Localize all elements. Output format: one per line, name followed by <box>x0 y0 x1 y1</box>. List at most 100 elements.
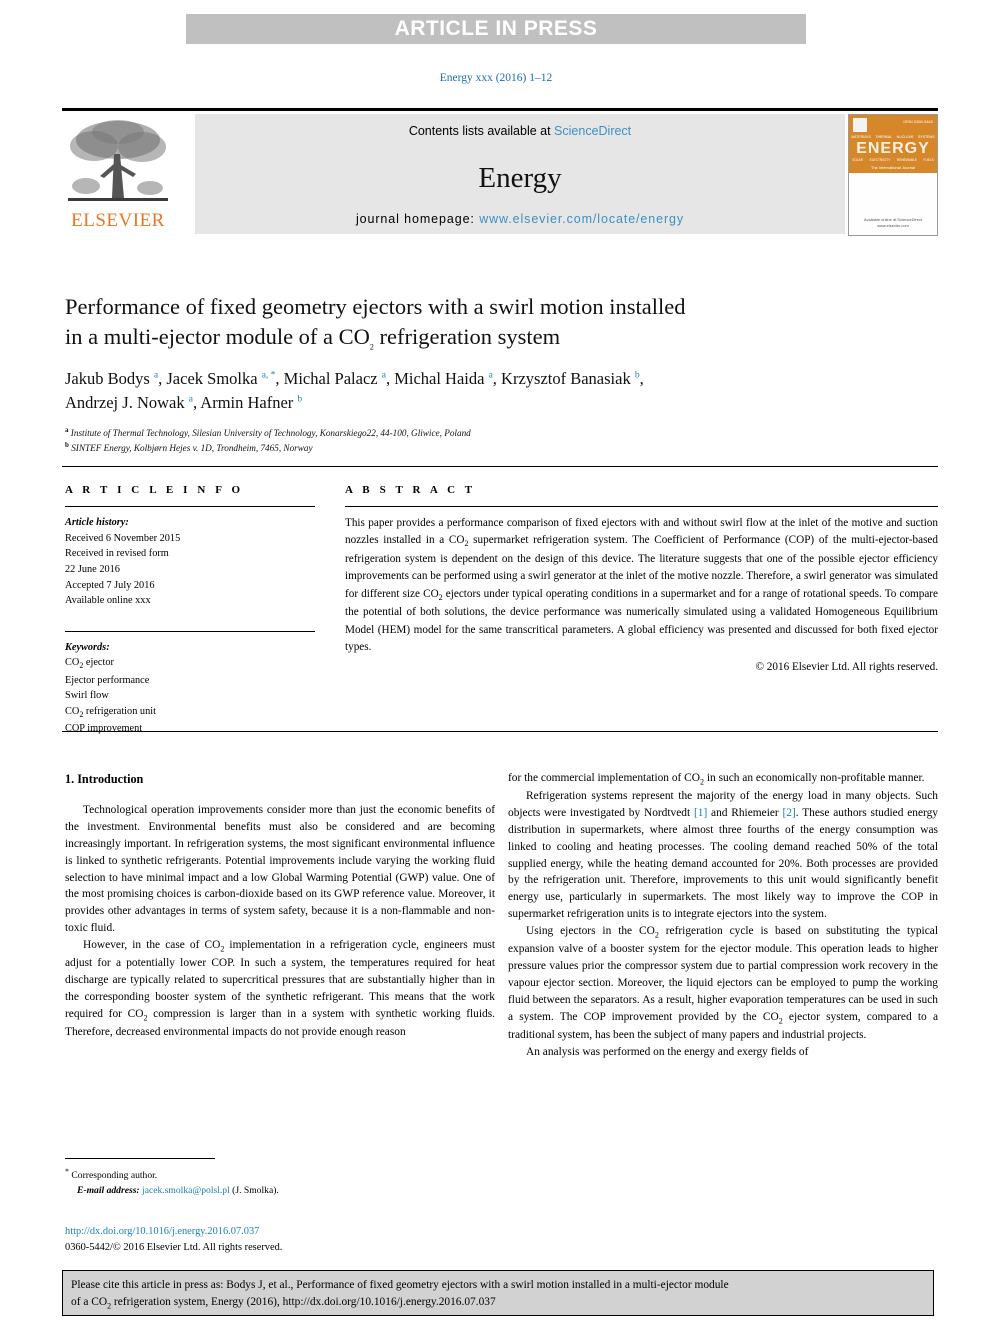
journal-homepage-line: journal homepage: www.elsevier.com/locat… <box>195 212 845 226</box>
cover-top-labels: MATERIALS THERMAL NUCLEAR SYSTEMS <box>849 135 937 139</box>
citation-box: Please cite this article in press as: Bo… <box>62 1270 934 1316</box>
body-column-left: 1. Introduction Technological operation … <box>65 770 495 1041</box>
author-name: Krzysztof Banasiak <box>501 369 631 389</box>
cover-logo-mark <box>853 118 867 132</box>
article-history-group: Article history: Received 6 November 201… <box>65 515 315 609</box>
author-name: Michal Haida <box>394 369 485 389</box>
contents-prefix: Contents lists available at <box>408 124 555 138</box>
email-label: E-mail address: <box>77 1185 140 1197</box>
affiliation-text: Institute of Thermal Technology, Silesia… <box>70 427 471 438</box>
author-affiliation-mark[interactable]: a, * <box>262 371 276 381</box>
cover-top-label: THERMAL <box>875 135 893 139</box>
keyword-item: Swirl flow <box>65 690 109 702</box>
body-paragraph: However, in the case of CO2 implementati… <box>65 939 496 1038</box>
author-affiliation-mark[interactable]: a <box>382 371 386 381</box>
cover-white-body: Available online at ScienceDirect www.el… <box>849 173 937 235</box>
affiliation-mark: a <box>65 425 69 434</box>
title-block: Performance of fixed geometry ejectors w… <box>65 292 935 456</box>
abstract-text: This paper provides a performance compar… <box>345 517 938 654</box>
citation-link-2[interactable]: [2] <box>783 807 796 819</box>
author-list: Jakub Bodys a, Jacek Smolka a, *, Michal… <box>65 369 644 412</box>
author-name: Jakub Bodys <box>65 369 150 389</box>
keywords-group: Keywords: CO2 ejector Ejector performanc… <box>65 630 315 737</box>
article-history-line: Received in revised form <box>65 548 169 560</box>
cover-tagline: The International Journal <box>870 165 916 170</box>
section-heading-introduction: 1. Introduction <box>65 772 144 786</box>
author-affiliation-mark[interactable]: b <box>635 371 640 381</box>
citation-line-1: Please cite this article in press as: Bo… <box>71 1279 729 1291</box>
cover-bottom-label: SOLAR <box>852 158 864 162</box>
article-info-divider <box>65 506 315 507</box>
author-name: Jacek Smolka <box>166 369 258 389</box>
issn-copyright-line: 0360-5442/© 2016 Elsevier Ltd. All right… <box>65 1241 283 1253</box>
article-history-line: Received 6 November 2015 <box>65 532 181 544</box>
title-line-1: Performance of fixed geometry ejectors w… <box>65 294 686 319</box>
cover-bottom-label: FUELS <box>923 158 934 162</box>
asterisk-icon: * <box>65 1167 69 1176</box>
keyword-item: CO2 refrigeration unit <box>65 705 156 720</box>
journal-cover-thumbnail: ISSN 0360-5442 MATERIALS THERMAL NUCLEAR… <box>848 114 938 236</box>
cover-issn: ISSN 0360-5442 <box>903 119 933 124</box>
corresponding-author-text: Corresponding author. <box>71 1170 158 1182</box>
cover-top-label: MATERIALS <box>851 135 871 139</box>
article-in-press-label: ARTICLE IN PRESS <box>394 17 598 40</box>
article-history-line: Accepted 7 July 2016 <box>65 579 155 591</box>
body-paragraph: An analysis was performed on the energy … <box>526 1045 809 1058</box>
email-note: E-mail address: jacek.smolka@polsl.pl (J… <box>65 1184 495 1199</box>
doi-link[interactable]: http://dx.doi.org/10.1016/j.energy.2016.… <box>65 1224 495 1240</box>
elsevier-wordmark: ELSEVIER <box>71 210 165 231</box>
cover-bottom-label: ELECTRICITY <box>869 158 891 162</box>
author-affiliation-mark[interactable]: a <box>489 371 493 381</box>
affiliation-item: a Institute of Thermal Technology, Siles… <box>65 425 935 440</box>
author-affiliation-mark[interactable]: b <box>297 394 302 404</box>
author-name: Michal Palacz <box>283 369 378 389</box>
citation-link-1[interactable]: [1] <box>694 807 707 819</box>
footnote-block: * Corresponding author. E-mail address: … <box>65 1166 495 1199</box>
keywords-divider <box>65 630 315 632</box>
author-name: Armin Hafner <box>200 392 294 412</box>
doi-block: http://dx.doi.org/10.1016/j.energy.2016.… <box>65 1224 495 1255</box>
cover-bottom-label: RENEWABLE <box>896 158 917 162</box>
info-section-top-rule <box>62 466 938 467</box>
article-info-section: A R T I C L E I N F O Article history: R… <box>65 484 315 737</box>
sciencedirect-link[interactable]: ScienceDirect <box>554 124 631 138</box>
abstract-copyright: © 2016 Elsevier Ltd. All rights reserved… <box>755 661 939 674</box>
footnote-rule <box>65 1158 215 1159</box>
author-affiliation-mark[interactable]: a <box>189 394 193 404</box>
page-title: Performance of fixed geometry ejectors w… <box>65 292 935 353</box>
email-link[interactable]: jacek.smolka@polsl.pl <box>142 1185 230 1196</box>
elsevier-logo: ELSEVIER <box>62 114 174 234</box>
affiliation-text: SINTEF Energy, Kolbjørn Hejes v. 1D, Tro… <box>71 443 313 454</box>
cover-top-label: SYSTEMS <box>917 135 935 139</box>
body-paragraph: Using ejectors in the CO2 refrigeration … <box>508 925 938 1041</box>
running-head: Energy xxx (2016) 1–12 <box>439 72 553 84</box>
masthead-center-panel: Contents lists available at ScienceDirec… <box>195 114 845 234</box>
abstract-heading: A B S T R A C T <box>345 484 476 496</box>
corresponding-author-note: * Corresponding author. <box>65 1166 495 1184</box>
keyword-item: Ejector performance <box>65 674 150 686</box>
email-suffix: (J. Smolka). <box>232 1185 279 1197</box>
abstract-divider <box>345 506 938 507</box>
keyword-item: COP improvement <box>65 723 143 735</box>
author-affiliation-mark[interactable]: a <box>154 371 158 381</box>
affiliation-list: a Institute of Thermal Technology, Siles… <box>65 425 935 456</box>
abstract-section: A B S T R A C T This paper provides a pe… <box>345 484 938 673</box>
affiliation-mark: b <box>65 441 69 450</box>
citation-line-2a: of a CO <box>71 1295 108 1308</box>
article-history-line: Available online xxx <box>65 595 151 607</box>
affiliation-item: b SINTEF Energy, Kolbjørn Hejes v. 1D, T… <box>65 440 935 455</box>
citation-text: Please cite this article in press as: Bo… <box>71 1277 925 1311</box>
cover-title: ENERGY <box>856 140 930 157</box>
author-name: Andrzej J. Nowak <box>65 392 185 412</box>
article-in-press-banner: ARTICLE IN PRESS <box>186 14 806 44</box>
body-paragraph: Technological operation improvements con… <box>65 804 495 935</box>
title-line-2a: in a multi-ejector module of a CO <box>65 323 370 349</box>
keywords-label: Keywords: <box>65 641 110 653</box>
cover-publisher-text: Available online at ScienceDirect www.el… <box>863 217 923 228</box>
elsevier-tree-icon <box>68 120 168 201</box>
journal-title: Energy <box>478 162 562 194</box>
contents-available-line: Contents lists available at ScienceDirec… <box>195 124 845 138</box>
journal-homepage-link[interactable]: www.elsevier.com/locate/energy <box>479 212 684 226</box>
body-paragraph: Refrigeration systems represent the majo… <box>508 790 939 921</box>
cover-top-label: NUCLEAR <box>896 135 914 139</box>
